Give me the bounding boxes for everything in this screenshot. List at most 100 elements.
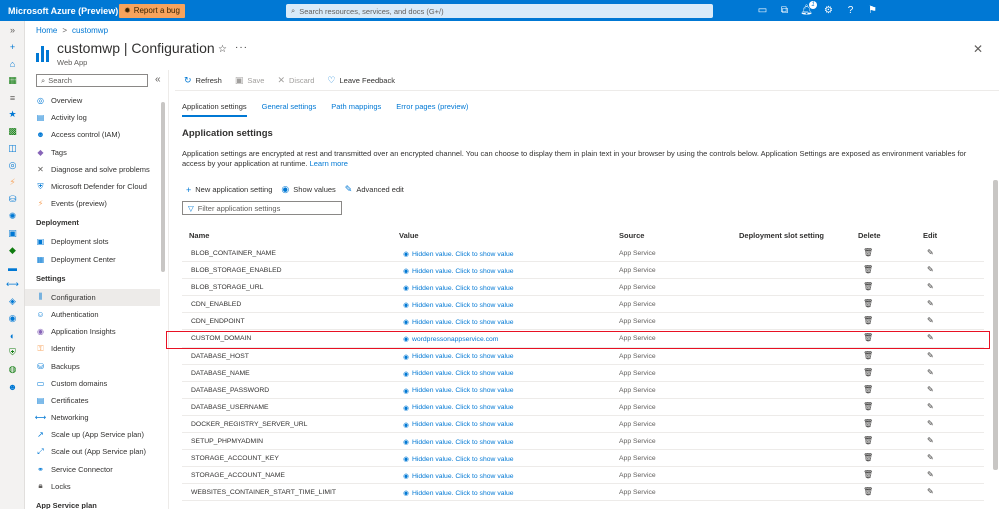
settings-icon[interactable]: ⚙ xyxy=(822,4,835,17)
trash-icon[interactable]: 🗑︎ xyxy=(863,368,873,377)
menu-item-identity[interactable]: ⚿ Identity xyxy=(25,340,160,357)
menu-item-certificates[interactable]: ▤ Certificates xyxy=(25,392,160,409)
menu-scrollbar[interactable] xyxy=(160,92,166,509)
help-icon[interactable]: ? xyxy=(844,4,857,17)
expand-menu-icon[interactable]: » xyxy=(0,21,25,38)
setting-value[interactable]: ◉ Hidden value. Click to show value xyxy=(403,284,514,293)
pencil-icon[interactable]: ✎ xyxy=(927,419,934,428)
feedback-icon[interactable]: ⚑ xyxy=(866,4,879,17)
pencil-icon[interactable]: ✎ xyxy=(927,265,934,274)
pencil-icon[interactable]: ✎ xyxy=(927,368,934,377)
setting-value[interactable]: ◉ Hidden value. Click to show value xyxy=(403,301,514,310)
more-options-icon[interactable]: ··· xyxy=(235,42,248,53)
menu-item-authentication[interactable]: ☺ Authentication xyxy=(25,306,160,323)
virtual-networks-icon[interactable]: ⟷ xyxy=(0,276,25,293)
advisor-icon[interactable]: ◐ xyxy=(0,327,25,344)
setting-value[interactable]: ◉ Hidden value. Click to show value xyxy=(403,404,514,412)
collapse-menu-icon[interactable]: « xyxy=(155,74,161,85)
table-row[interactable]: DATABASE_NAME ◉ Hidden value. Click to sho… xyxy=(182,365,984,382)
close-icon[interactable]: ✕ xyxy=(973,42,983,56)
menu-item-diagnose[interactable]: ✕ Diagnose and solve problems xyxy=(25,161,160,178)
trash-icon[interactable]: 🗑︎ xyxy=(863,470,873,479)
pencil-icon[interactable]: ✎ xyxy=(927,299,934,308)
filter-settings-input[interactable]: ▽ Filter application settings xyxy=(182,201,342,215)
menu-item-defender[interactable]: ⛨ Microsoft Defender for Cloud xyxy=(25,178,160,195)
trash-icon[interactable]: 🗑︎ xyxy=(863,248,873,257)
new-application-setting-button[interactable]: + New application setting xyxy=(186,184,272,195)
setting-value[interactable]: ◉ Hidden value. Click to show value xyxy=(403,250,514,259)
storage-accounts-icon[interactable]: ▬ xyxy=(0,259,25,276)
trash-icon[interactable]: 🗑︎ xyxy=(863,299,873,308)
table-row[interactable]: CDN_ENABLED ◉ Hidden value. Click to show … xyxy=(182,296,984,314)
menu-item-deployment-center[interactable]: ▦ Deployment Center xyxy=(25,251,160,268)
entra-id-icon[interactable]: ◈ xyxy=(0,293,25,310)
page-scrollbar-thumb[interactable] xyxy=(993,180,998,470)
trash-icon[interactable]: 🗑︎ xyxy=(863,402,873,411)
home-icon[interactable]: ⌂ xyxy=(0,55,25,72)
discard-button[interactable]: ✕ Discard xyxy=(277,75,314,86)
column-header-value[interactable]: Value xyxy=(399,231,419,240)
menu-item-backups[interactable]: ⛁ Backups xyxy=(25,357,160,374)
setting-value[interactable]: ◉ Hidden value. Click to show value xyxy=(403,438,514,447)
table-row[interactable]: DOCKER_REGISTRY_SERVER_URL ◉ Hidden value.… xyxy=(182,416,984,434)
menu-item-locks[interactable]: 🔒︎ Locks xyxy=(25,478,160,495)
menu-item-configuration[interactable]: ⫼ Configuration xyxy=(25,288,160,306)
menu-item-access-control[interactable]: ☻ Access control (IAM) xyxy=(25,126,160,143)
save-button[interactable]: ▣ Save xyxy=(235,75,265,86)
menu-item-networking[interactable]: ⟷ Networking xyxy=(25,409,160,426)
table-row[interactable]: CDN_ENDPOINT ◉ Hidden value. Click to show… xyxy=(182,313,984,331)
cloud-shell-icon[interactable]: ▭ xyxy=(756,4,769,17)
trash-icon[interactable]: 🗑︎ xyxy=(863,282,873,291)
column-header-source[interactable]: Source xyxy=(619,231,644,240)
setting-value[interactable]: ◉ Hidden value. Click to show value xyxy=(403,472,514,481)
report-bug-button[interactable]: ✹ Report a bug xyxy=(119,3,185,18)
brand-title[interactable]: Microsoft Azure (Preview) xyxy=(0,6,118,16)
setting-value[interactable]: ◉ Hidden value. Click to show value xyxy=(403,267,514,276)
favorites-icon[interactable]: ★ xyxy=(0,106,25,123)
table-row[interactable]: STORAGE_ACCOUNT_KEY ◉ Hidden value. Click … xyxy=(182,450,984,468)
load-balancer-icon[interactable]: ◆ xyxy=(0,242,25,259)
breadcrumb-resource[interactable]: customwp xyxy=(72,26,108,35)
pencil-icon[interactable]: ✎ xyxy=(927,385,934,394)
advanced-edit-button[interactable]: ✎ Advanced edit xyxy=(345,184,404,195)
dashboard-icon[interactable]: ▦ xyxy=(0,72,25,89)
setting-value[interactable]: ◉ Hidden value. Click to show value xyxy=(403,318,514,327)
table-row[interactable]: BLOB_STORAGE_URL ◉ Hidden value. Click to … xyxy=(182,279,984,297)
function-apps-icon[interactable]: ⚡ xyxy=(0,174,25,191)
setting-value[interactable]: ◉ Hidden value. Click to show value xyxy=(403,421,514,429)
pencil-icon[interactable]: ✎ xyxy=(927,453,934,462)
global-search-input[interactable]: ⌕ Search resources, services, and docs (… xyxy=(286,4,713,18)
pencil-icon[interactable]: ✎ xyxy=(927,282,934,291)
menu-search-input[interactable]: ⌕ Search xyxy=(36,74,148,87)
trash-icon[interactable]: 🗑︎ xyxy=(863,385,873,394)
learn-more-link[interactable]: Learn more xyxy=(310,159,348,168)
table-row[interactable]: BLOB_CONTAINER_NAME ◉ Hidden value. Click … xyxy=(182,245,984,263)
pencil-icon[interactable]: ✎ xyxy=(927,402,934,411)
menu-item-service-connector[interactable]: ⚭ Service Connector xyxy=(25,461,160,478)
table-row[interactable]: WEBSITES_CONTAINER_START_TIME_LIMIT ◉ Hidd… xyxy=(182,484,984,502)
menu-scrollbar-thumb[interactable] xyxy=(161,102,165,272)
create-resource-icon[interactable]: + xyxy=(0,38,25,55)
show-values-button[interactable]: ◉ Show values xyxy=(281,184,335,195)
pencil-icon[interactable]: ✎ xyxy=(927,487,934,496)
directory-filter-icon[interactable]: ⧉ xyxy=(778,4,791,17)
page-scrollbar[interactable] xyxy=(991,70,999,509)
notifications-icon[interactable]: 🔔︎ 1 xyxy=(800,1,817,17)
sql-databases-icon[interactable]: ⛁ xyxy=(0,191,25,208)
menu-item-overview[interactable]: ◎ Overview xyxy=(25,92,160,109)
virtual-machines-icon[interactable]: ▣ xyxy=(0,225,25,242)
pencil-icon[interactable]: ✎ xyxy=(927,470,934,479)
table-row[interactable]: BLOB_STORAGE_ENABLED ◉ Hidden value. Click… xyxy=(182,262,984,280)
leave-feedback-button[interactable]: ♡ Leave Feedback xyxy=(327,75,395,86)
tab-path-mappings[interactable]: Path mappings xyxy=(331,102,381,117)
column-header-name[interactable]: Name xyxy=(189,231,209,240)
menu-item-tags[interactable]: ◆ Tags xyxy=(25,144,160,161)
table-row[interactable]: DATABASE_USERNAME ◉ Hidden value. Click to… xyxy=(182,399,984,416)
menu-item-app-insights[interactable]: ◉ Application Insights xyxy=(25,323,160,340)
pencil-icon[interactable]: ✎ xyxy=(927,436,934,445)
setting-value[interactable]: ◉ Hidden value. Click to show value xyxy=(403,489,514,498)
trash-icon[interactable]: 🗑︎ xyxy=(863,487,873,496)
tab-error-pages[interactable]: Error pages (preview) xyxy=(396,102,468,117)
help-support-icon[interactable]: ☻ xyxy=(0,378,25,395)
pencil-icon[interactable]: ✎ xyxy=(927,316,934,325)
